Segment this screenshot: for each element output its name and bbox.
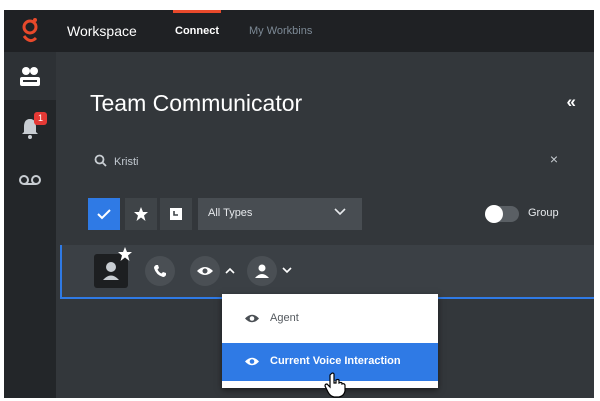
filter-bar: All Types Group <box>88 198 568 232</box>
left-nav: 1 <box>4 52 56 398</box>
voicemail-icon <box>19 175 41 185</box>
nav-notifications[interactable]: 1 <box>4 104 56 152</box>
type-select-value: All Types <box>208 207 253 219</box>
panel-title: Team Communicator <box>90 90 303 116</box>
nav-voicemail[interactable] <box>4 156 56 204</box>
menu-item-agent[interactable]: Agent <box>222 300 438 338</box>
eye-icon <box>197 267 213 275</box>
top-bar: Workspace Connect My Workbins <box>4 10 594 52</box>
call-button[interactable] <box>145 256 175 286</box>
eye-icon <box>245 314 259 323</box>
type-select[interactable]: All Types <box>198 198 362 230</box>
menu-item-label: Current Voice Interaction <box>270 355 401 367</box>
hand-cursor-icon <box>324 372 346 398</box>
chevron-down-icon[interactable] <box>282 267 292 274</box>
person-icon <box>255 264 269 278</box>
search-icon <box>94 154 107 167</box>
group-toggle-label: Group <box>528 207 559 219</box>
app-window: Workspace Connect My Workbins 1 Team Com… <box>4 10 594 398</box>
agent-actions-button[interactable] <box>247 256 277 286</box>
notification-badge: 1 <box>34 112 47 125</box>
clear-search-button[interactable]: × <box>550 151 558 167</box>
favorite-star-icon <box>118 247 132 261</box>
tab-my-workbins[interactable]: My Workbins <box>249 25 312 37</box>
filter-favorites-button[interactable] <box>125 198 157 230</box>
tab-connect[interactable]: Connect <box>173 10 221 37</box>
phone-icon <box>154 265 166 277</box>
filter-all-button[interactable] <box>88 198 120 230</box>
contact-row[interactable] <box>60 245 594 299</box>
toggle-knob <box>485 205 503 223</box>
search-input[interactable] <box>112 152 516 172</box>
collapse-panel-button[interactable]: « <box>567 92 576 112</box>
checkmark-icon <box>97 209 111 220</box>
monitor-button[interactable] <box>190 256 220 286</box>
genesys-logo-icon <box>22 18 38 43</box>
team-communicator-icon <box>20 67 40 86</box>
filter-recent-button[interactable] <box>160 198 192 230</box>
star-icon <box>134 207 148 221</box>
chevron-down-icon <box>334 208 346 216</box>
menu-item-label: Agent <box>270 312 299 324</box>
group-toggle[interactable] <box>485 205 519 223</box>
chevron-up-icon[interactable] <box>225 267 235 274</box>
search-bar: × <box>86 148 566 174</box>
eye-icon <box>245 357 259 366</box>
recent-icon <box>170 208 182 220</box>
nav-team-communicator[interactable] <box>4 52 56 100</box>
app-title: Workspace <box>67 23 137 39</box>
